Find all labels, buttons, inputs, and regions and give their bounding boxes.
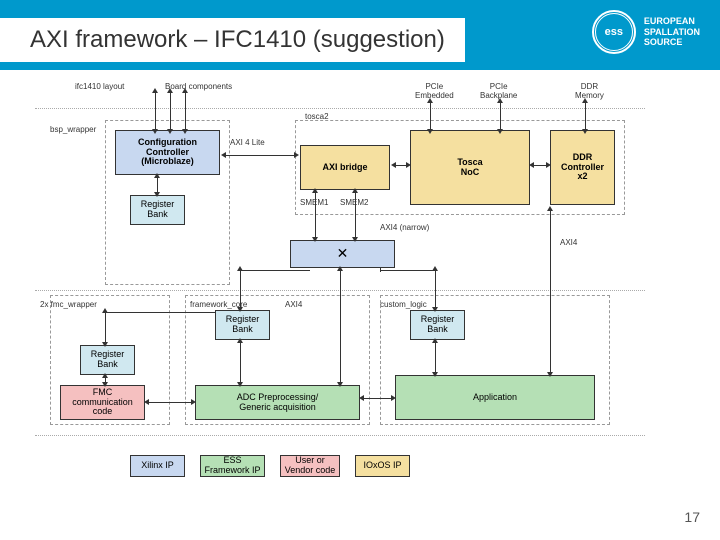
- label-axi4narrow: AXI4 (narrow): [380, 223, 429, 232]
- arrow-regbank3-adc: [240, 342, 241, 383]
- conn-xbar-left: [240, 270, 310, 271]
- org-name: EUROPEAN SPALLATION SOURCE: [644, 16, 700, 48]
- arrow-fmc-adc: [148, 402, 192, 403]
- label-pcie-emb: PCIe Embedded: [415, 82, 454, 100]
- block-adc-preprocessing: ADC Preprocessing/ Generic acquisition: [195, 385, 360, 420]
- legend-user: User or Vendor code: [280, 455, 340, 477]
- label-bsp: bsp_wrapper: [50, 125, 96, 134]
- arrow-regbank4-app: [435, 342, 436, 373]
- label-ddr: DDR Memory: [575, 82, 604, 100]
- arrow-smem1: [315, 192, 316, 238]
- legend-xilinx: Xilinx IP: [130, 455, 185, 477]
- block-ddr-controller: DDR Controller x2: [550, 130, 615, 205]
- block-diagram: ifc1410 layout Board components bsp_wrap…: [60, 80, 660, 500]
- logo-text: ess: [605, 26, 623, 38]
- arrow-config-axibridge: [225, 155, 295, 156]
- arrow-board-2: [170, 92, 171, 130]
- arrow-pcie-back: [500, 102, 501, 130]
- separator-1: [35, 108, 645, 109]
- arrow-axibridge-tosca: [395, 165, 407, 166]
- label-axi4: AXI4: [560, 238, 577, 247]
- block-tosca-noc: Tosca NoC: [410, 130, 530, 205]
- legend-ess: ESS Framework IP: [200, 455, 265, 477]
- conn-fmc-regbank-h: [105, 312, 215, 313]
- separator-3: [35, 435, 645, 436]
- slide-header: AXI framework – IFC1410 (suggestion) ess…: [0, 0, 720, 70]
- block-application: Application: [395, 375, 595, 420]
- block-axi-bridge: AXI bridge: [300, 145, 390, 190]
- label-ifc: ifc1410 layout: [75, 82, 124, 91]
- arrow-config-regbank: [157, 177, 158, 193]
- arrow-ddr-app: [550, 210, 551, 373]
- slide-title: AXI framework – IFC1410 (suggestion): [30, 26, 445, 53]
- arrow-board-1: [155, 92, 156, 130]
- page-number: 17: [684, 509, 700, 525]
- conn-xbar-right: [380, 270, 435, 271]
- arrow-ddr: [585, 102, 586, 130]
- arrow-xbar-adc: [340, 270, 341, 383]
- arrow-xbar-fwcore: [240, 270, 241, 308]
- arrow-smem2: [355, 192, 356, 238]
- arrow-regbank2-fmc: [105, 377, 106, 383]
- arrow-board-3: [185, 92, 186, 130]
- title-container: AXI framework – IFC1410 (suggestion): [0, 18, 465, 62]
- block-regbank-3: Register Bank: [215, 310, 270, 340]
- conn-xbar-stub: [380, 268, 381, 272]
- arrow-xbar-custom: [435, 270, 436, 308]
- arrow-tosca-ddr: [533, 165, 547, 166]
- logo-area: ess EUROPEAN SPALLATION SOURCE: [592, 10, 700, 54]
- legend-ioxos: IOxOS IP: [355, 455, 410, 477]
- arrow-adc-app: [363, 398, 392, 399]
- block-fmc-comm: FMC communication code: [60, 385, 145, 420]
- block-crossbar: ✕: [290, 240, 395, 268]
- block-regbank-2: Register Bank: [80, 345, 135, 375]
- block-regbank-1: Register Bank: [130, 195, 185, 225]
- block-regbank-4: Register Bank: [410, 310, 465, 340]
- label-board: Board components: [165, 82, 232, 91]
- ess-logo-icon: ess: [592, 10, 636, 54]
- block-config-controller: Configuration Controller (Microblaze): [115, 130, 220, 175]
- arrow-fmc-regbank: [105, 312, 106, 343]
- arrow-pcie-emb: [430, 102, 431, 130]
- label-axi4lite: AXI 4 Lite: [230, 138, 265, 147]
